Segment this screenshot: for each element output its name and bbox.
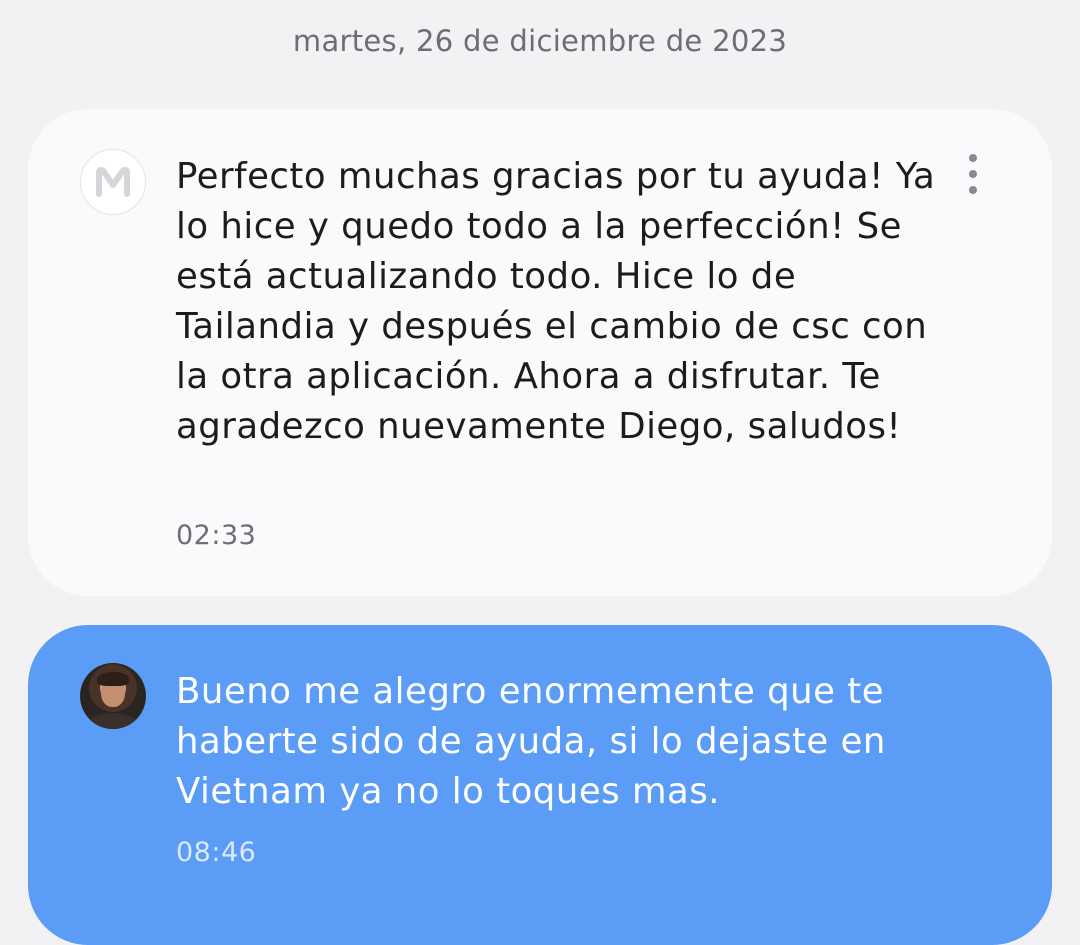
m-letter-icon bbox=[96, 167, 130, 197]
more-vertical-icon bbox=[969, 154, 977, 162]
message-bubble-outgoing[interactable]: Bueno me alegro enormemente que te haber… bbox=[28, 625, 1052, 945]
more-options-button[interactable] bbox=[958, 154, 988, 194]
message-timestamp: 08:46 bbox=[176, 837, 257, 868]
date-separator: martes, 26 de diciembre de 2023 bbox=[292, 24, 788, 58]
message-text: Bueno me alegro enormemente que te haber… bbox=[176, 671, 886, 812]
sender-avatar[interactable] bbox=[80, 149, 146, 215]
message-bubble-incoming[interactable]: Perfecto muchas gracias por tu ayuda! Ya… bbox=[28, 109, 1052, 596]
message-text: Perfecto muchas gracias por tu ayuda! Ya… bbox=[176, 156, 936, 447]
message-timestamp: 02:33 bbox=[176, 520, 257, 551]
user-avatar[interactable] bbox=[80, 663, 146, 729]
